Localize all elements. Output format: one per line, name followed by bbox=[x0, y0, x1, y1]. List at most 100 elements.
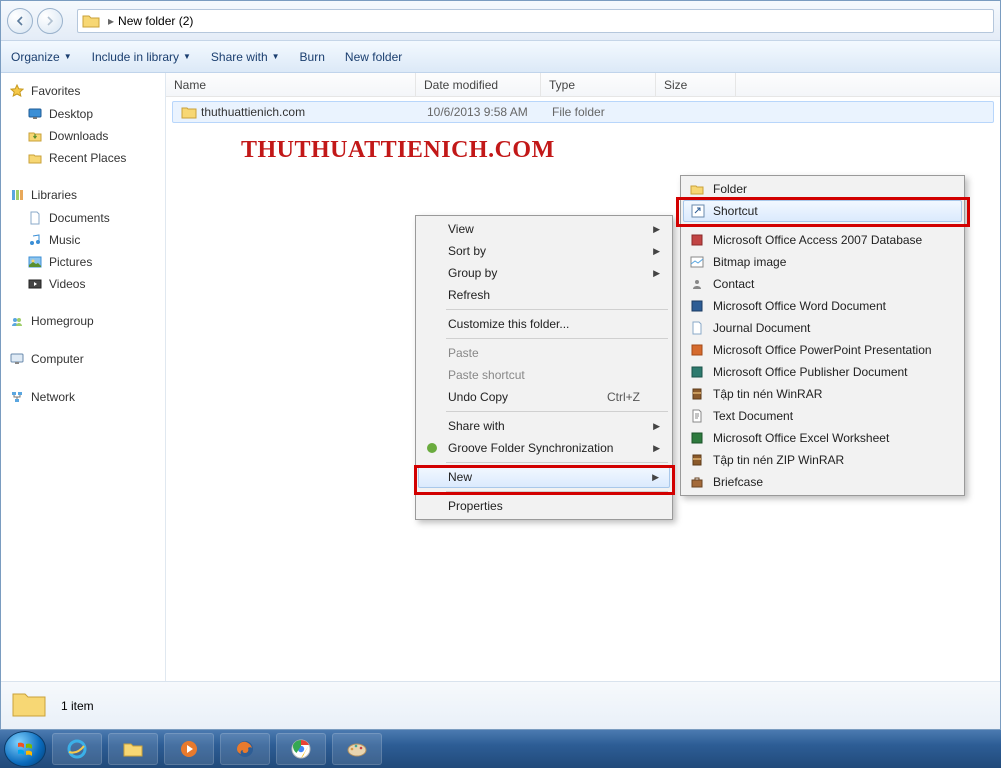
breadcrumb-location: New folder (2) bbox=[118, 14, 193, 28]
forward-button[interactable] bbox=[37, 8, 63, 34]
column-header-type[interactable]: Type bbox=[541, 73, 656, 96]
separator bbox=[711, 225, 960, 226]
new-item-shortcut[interactable]: Shortcut bbox=[683, 200, 962, 222]
new-item-bitmap[interactable]: Bitmap image bbox=[683, 251, 962, 273]
separator bbox=[446, 462, 668, 463]
back-button[interactable] bbox=[7, 8, 33, 34]
separator bbox=[446, 309, 668, 310]
desktop-icon bbox=[27, 106, 43, 122]
breadcrumb[interactable]: ▸ New folder (2) bbox=[77, 9, 994, 33]
downloads-icon bbox=[27, 128, 43, 144]
file-row[interactable]: thuthuattienich.com 10/6/2013 9:58 AM Fi… bbox=[172, 101, 994, 123]
separator bbox=[446, 338, 668, 339]
chevron-down-icon: ▼ bbox=[183, 52, 191, 61]
sidebar-item-pictures[interactable]: Pictures bbox=[1, 251, 165, 273]
sidebar-item-downloads[interactable]: Downloads bbox=[1, 125, 165, 147]
chevron-right-icon: ▶ bbox=[653, 443, 660, 454]
briefcase-icon bbox=[689, 474, 705, 490]
organize-button[interactable]: Organize▼ bbox=[11, 50, 72, 64]
include-in-library-button[interactable]: Include in library▼ bbox=[92, 50, 191, 64]
new-item-text[interactable]: Text Document bbox=[683, 405, 962, 427]
sidebar-item-recent-places[interactable]: Recent Places bbox=[1, 147, 165, 169]
new-item-journal[interactable]: Journal Document bbox=[683, 317, 962, 339]
new-folder-button[interactable]: New folder bbox=[345, 50, 402, 64]
ctx-item-share-with[interactable]: Share with▶ bbox=[418, 415, 670, 437]
taskbar bbox=[0, 730, 1001, 768]
chevron-right-icon: ▶ bbox=[653, 268, 660, 279]
ctx-item-paste-shortcut[interactable]: Paste shortcut bbox=[418, 364, 670, 386]
column-headers: Name Date modified Type Size bbox=[166, 73, 1000, 97]
computer-icon bbox=[9, 351, 25, 367]
taskbar-ie[interactable] bbox=[52, 733, 102, 765]
ctx-item-groupby[interactable]: Group by▶ bbox=[418, 262, 670, 284]
ctx-item-properties[interactable]: Properties bbox=[418, 495, 670, 517]
shortcut-icon bbox=[690, 203, 706, 219]
publisher-icon bbox=[689, 364, 705, 380]
ctx-item-groove[interactable]: Groove Folder Synchronization▶ bbox=[418, 437, 670, 459]
libraries-header[interactable]: Libraries bbox=[1, 183, 165, 207]
new-item-zip-winrar[interactable]: Tập tin nén ZIP WinRAR bbox=[683, 449, 962, 471]
new-item-publisher[interactable]: Microsoft Office Publisher Document bbox=[683, 361, 962, 383]
recent-places-icon bbox=[27, 150, 43, 166]
groove-icon bbox=[424, 440, 440, 456]
documents-icon bbox=[27, 210, 43, 226]
word-icon bbox=[689, 298, 705, 314]
zip-icon bbox=[689, 452, 705, 468]
favorites-header[interactable]: Favorites bbox=[1, 79, 165, 103]
new-item-contact[interactable]: Contact bbox=[683, 273, 962, 295]
taskbar-paint[interactable] bbox=[332, 733, 382, 765]
chevron-right-icon: ▶ bbox=[652, 472, 659, 483]
sidebar-item-homegroup[interactable]: Homegroup bbox=[1, 309, 165, 333]
folder-icon bbox=[181, 104, 197, 120]
share-with-button[interactable]: Share with▼ bbox=[211, 50, 280, 64]
new-item-powerpoint[interactable]: Microsoft Office PowerPoint Presentation bbox=[683, 339, 962, 361]
chevron-right-icon: ▸ bbox=[108, 14, 114, 28]
separator bbox=[446, 411, 668, 412]
burn-button[interactable]: Burn bbox=[300, 50, 325, 64]
watermark-text: THUTHUATTIENICH.COM bbox=[241, 137, 555, 164]
access-icon bbox=[689, 232, 705, 248]
text-icon bbox=[689, 408, 705, 424]
taskbar-wmp[interactable] bbox=[164, 733, 214, 765]
sidebar-item-desktop[interactable]: Desktop bbox=[1, 103, 165, 125]
column-header-name[interactable]: Name bbox=[166, 73, 416, 96]
new-item-excel[interactable]: Microsoft Office Excel Worksheet bbox=[683, 427, 962, 449]
start-button[interactable] bbox=[4, 731, 46, 767]
context-menu: View▶ Sort by▶ Group by▶ Refresh Customi… bbox=[415, 215, 673, 520]
column-header-date[interactable]: Date modified bbox=[416, 73, 541, 96]
sidebar-item-network[interactable]: Network bbox=[1, 385, 165, 409]
separator bbox=[446, 491, 668, 492]
taskbar-firefox[interactable] bbox=[220, 733, 270, 765]
sidebar-item-computer[interactable]: Computer bbox=[1, 347, 165, 371]
ctx-item-new[interactable]: New▶ bbox=[418, 466, 670, 488]
column-header-size[interactable]: Size bbox=[656, 73, 736, 96]
status-bar: 1 item bbox=[1, 681, 1000, 729]
sidebar-item-videos[interactable]: Videos bbox=[1, 273, 165, 295]
new-item-winrar[interactable]: Tập tin nén WinRAR bbox=[683, 383, 962, 405]
ctx-item-refresh[interactable]: Refresh bbox=[418, 284, 670, 306]
new-item-briefcase[interactable]: Briefcase bbox=[683, 471, 962, 493]
status-item-count: 1 item bbox=[61, 699, 94, 713]
folder-icon bbox=[689, 181, 705, 197]
ctx-item-customize[interactable]: Customize this folder... bbox=[418, 313, 670, 335]
ctx-item-sortby[interactable]: Sort by▶ bbox=[418, 240, 670, 262]
libraries-icon bbox=[9, 187, 25, 203]
star-icon bbox=[9, 83, 25, 99]
contact-icon bbox=[689, 276, 705, 292]
new-item-access[interactable]: Microsoft Office Access 2007 Database bbox=[683, 229, 962, 251]
network-icon bbox=[9, 389, 25, 405]
sidebar-item-documents[interactable]: Documents bbox=[1, 207, 165, 229]
new-item-word[interactable]: Microsoft Office Word Document bbox=[683, 295, 962, 317]
powerpoint-icon bbox=[689, 342, 705, 358]
ctx-item-paste[interactable]: Paste bbox=[418, 342, 670, 364]
homegroup-icon bbox=[9, 313, 25, 329]
ctx-item-undo[interactable]: Undo CopyCtrl+Z bbox=[418, 386, 670, 408]
chevron-right-icon: ▶ bbox=[653, 246, 660, 257]
taskbar-explorer[interactable] bbox=[108, 733, 158, 765]
ctx-item-view[interactable]: View▶ bbox=[418, 218, 670, 240]
excel-icon bbox=[689, 430, 705, 446]
taskbar-chrome[interactable] bbox=[276, 733, 326, 765]
sidebar-item-music[interactable]: Music bbox=[1, 229, 165, 251]
folder-icon bbox=[82, 12, 100, 30]
new-item-folder[interactable]: Folder bbox=[683, 178, 962, 200]
